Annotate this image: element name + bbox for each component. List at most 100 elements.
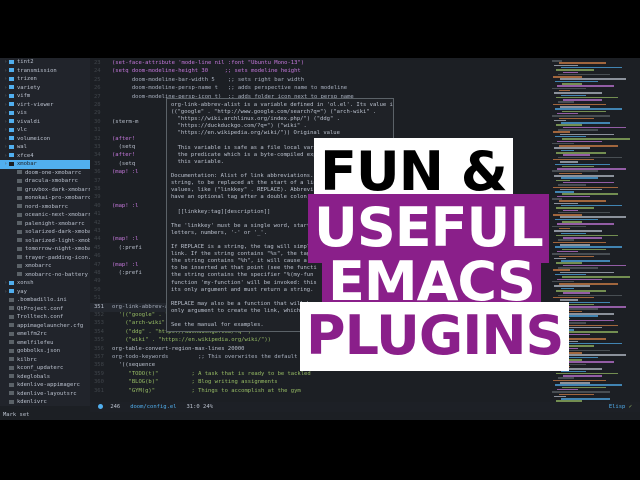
popup-text-line: letters, numbers, '-' or '_'.: [171, 229, 268, 236]
popup-text-line: The 'linkkey' must be a single word, sta…: [171, 222, 314, 229]
line-number: 33: [94, 144, 101, 150]
minimap-line: [552, 87, 586, 90]
sidebar-file[interactable]: Trolltech.conf: [0, 313, 90, 322]
line-number: 38: [94, 186, 101, 192]
sidebar-file[interactable]: QtProject.conf: [0, 305, 90, 314]
minimap-line: [553, 214, 582, 216]
sidebar-folder[interactable]: › trizen: [0, 75, 90, 84]
file-icon: [9, 340, 14, 344]
sidebar-folder[interactable]: › xfce4: [0, 152, 90, 161]
minimap-line: [559, 200, 606, 202]
sidebar-file[interactable]: solarized-dark-xmobarrc: [0, 228, 90, 237]
sidebar-folder[interactable]: › xmobar: [0, 160, 90, 169]
sidebar-file[interactable]: doom-one-xmobarrc: [0, 169, 90, 178]
line-number: 32: [94, 135, 101, 142]
sidebar-file[interactable]: gobbolks.json: [0, 347, 90, 356]
sidebar-file[interactable]: emelfm2rc: [0, 330, 90, 339]
line-number: 41: [94, 211, 101, 218]
treemacs-sidebar[interactable]: › tint2 › transmission › trizen › variety › vifm ›…: [0, 58, 90, 406]
file-icon: [9, 331, 14, 336]
sidebar-folder[interactable]: › yay: [0, 288, 90, 297]
minimap-line: [563, 264, 626, 267]
popup-text-line: the string contains "%h", it will cause …: [171, 258, 314, 265]
sidebar-folder[interactable]: › vis: [0, 109, 90, 118]
sidebar-file[interactable]: gruvbox-dark-xmobarrc: [0, 186, 90, 195]
code-line: (after!: [112, 152, 136, 159]
code-line: (:prefi: [112, 270, 142, 276]
file-icon: [17, 246, 22, 251]
popup-text-line: its only argument and must return a stri…: [171, 286, 314, 293]
sidebar-item-label: variety: [17, 84, 41, 91]
file-icon: [17, 229, 22, 234]
minimap-line: [558, 184, 586, 186]
code-line: (after!: [112, 135, 136, 142]
popup-text-line: (("google" . "http://www.google.com/sear…: [171, 109, 377, 116]
sidebar-item-label: xmobarrc-no-battery: [25, 271, 88, 278]
minimap-line: [563, 209, 578, 211]
modeline-buffer-name: doom/config.el: [130, 404, 177, 410]
file-icon: [17, 238, 22, 242]
sidebar-file[interactable]: kilbrc: [0, 356, 90, 365]
sidebar-folder[interactable]: › transmission: [0, 67, 90, 76]
line-number: 355: [94, 337, 104, 344]
file-icon: [9, 314, 14, 319]
sidebar-folder[interactable]: › wal: [0, 143, 90, 152]
sidebar-file[interactable]: trayer-padding-icon.sh: [0, 254, 90, 263]
file-icon: [9, 323, 14, 327]
sidebar-file[interactable]: kconf_updaterc: [0, 364, 90, 373]
sidebar-folder[interactable]: › volumeicon: [0, 135, 90, 144]
popup-text-line: only argument to create the link, which …: [171, 307, 314, 314]
sidebar-file[interactable]: appimagelauncher.cfg: [0, 322, 90, 331]
code-line: ("wiki" . "https://en.wikipedia.org/wiki…: [112, 337, 271, 344]
sidebar-folder[interactable]: › tint2: [0, 58, 90, 67]
sidebar-file[interactable]: kdenlive-layoutsrc: [0, 390, 90, 399]
sidebar-item-label: vifm: [17, 93, 31, 99]
sidebar-file[interactable]: kdenlive-appimagerc: [0, 381, 90, 390]
sidebar-folder[interactable]: › xonsh: [0, 279, 90, 288]
minimap-line: [552, 253, 610, 255]
popup-text-line: org-link-abbrev-alist is a variable defi…: [171, 102, 394, 108]
minimap-line: [562, 276, 630, 278]
sidebar-file[interactable]: oceanic-next-xmobarrc: [0, 211, 90, 220]
minimap-line: [553, 379, 606, 382]
minimap-line: [555, 246, 622, 248]
folder-icon: [9, 76, 14, 81]
minimap-line: [562, 138, 630, 140]
file-icon: [17, 187, 22, 191]
sidebar-file[interactable]: kdeglobals: [0, 373, 90, 382]
modeline-line-count: 246: [110, 404, 121, 410]
sidebar-file[interactable]: .bombadillo.ini: [0, 296, 90, 305]
sidebar-folder[interactable]: › vlc: [0, 126, 90, 135]
sidebar-item-label: vivaldi: [17, 118, 41, 125]
folder-icon: [9, 119, 14, 123]
sidebar-file[interactable]: palenight-xmobarrc: [0, 220, 90, 229]
sidebar-item-label: kilbrc: [17, 356, 37, 363]
letterbox-top: [0, 0, 640, 58]
sidebar-file[interactable]: dracula-xmobarrc: [0, 177, 90, 186]
sidebar-file[interactable]: kdenlivrc: [0, 398, 90, 406]
minimap-line: [561, 204, 622, 207]
sidebar-file[interactable]: xmobarrc-no-battery: [0, 271, 90, 280]
sidebar-file[interactable]: tomorrow-night-xmobarrc: [0, 245, 90, 254]
code-line: "GYM(g)" ; Things to accomplish at the g…: [112, 387, 301, 394]
line-number: 35: [94, 160, 101, 167]
sidebar-item-label: solarized-light-xmobarrc: [25, 237, 90, 244]
minimap-line: [556, 290, 606, 292]
minimap-line: [553, 76, 582, 78]
sidebar-file[interactable]: solarized-light-xmobarrc: [0, 237, 90, 246]
sidebar-file[interactable]: xmobarrc: [0, 262, 90, 271]
file-icon: [9, 306, 14, 310]
file-icon: [17, 263, 22, 268]
sidebar-folder[interactable]: › virt-viewer: [0, 101, 90, 110]
minimap-line: [563, 237, 602, 239]
sidebar-folder[interactable]: › variety: [0, 84, 90, 93]
sidebar-folder[interactable]: › vifm: [0, 92, 90, 101]
line-number: 48: [94, 270, 101, 276]
sidebar-file[interactable]: monokai-pro-xmobarrc: [0, 194, 90, 203]
sidebar-folder[interactable]: › vivaldi: [0, 118, 90, 127]
file-icon: [9, 391, 14, 395]
sidebar-file[interactable]: emelfilefeu: [0, 339, 90, 348]
sidebar-file[interactable]: nord-xmobarrc: [0, 203, 90, 212]
line-number: 45: [94, 244, 101, 251]
minimap-line: [560, 188, 602, 191]
